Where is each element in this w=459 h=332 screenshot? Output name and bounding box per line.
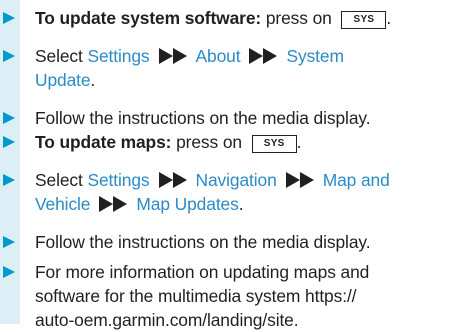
menu-about: About <box>195 46 241 66</box>
menu-update: Update <box>35 70 91 90</box>
triangle-arrow-icon <box>3 174 15 186</box>
menu-map-updates: Map Updates <box>136 194 239 214</box>
sys-key: SYS <box>341 11 387 29</box>
double-chevron-icon <box>99 196 128 212</box>
double-chevron-icon <box>249 48 278 64</box>
menu-settings: Settings <box>87 170 150 190</box>
triangle-arrow-icon <box>3 50 15 62</box>
menu-settings: Settings <box>87 46 150 66</box>
triangle-arrow-icon <box>3 136 15 148</box>
menu-navigation: Navigation <box>195 170 277 190</box>
manual-page: To update system software: press on SYS.… <box>0 0 459 330</box>
info-line: software for the multimedia system https… <box>35 286 357 306</box>
menu-system: System <box>286 46 344 66</box>
step-text: press on <box>261 8 337 28</box>
info-line: auto-oem.garmin.com/landing/site. <box>35 310 299 330</box>
triangle-arrow-icon <box>3 112 15 124</box>
menu-vehicle: Vehicle <box>35 194 91 214</box>
info-line: For more information on updating maps an… <box>35 262 370 282</box>
double-chevron-icon <box>158 48 187 64</box>
step-text: Follow the instructions on the media dis… <box>35 232 371 252</box>
step-text: Follow the instructions on the media dis… <box>35 108 371 128</box>
double-chevron-icon <box>285 172 314 188</box>
double-chevron-icon <box>158 172 187 188</box>
step-lead: To update maps: <box>35 132 172 152</box>
step-lead: To update system software: <box>35 8 262 28</box>
step-text: press on <box>171 132 247 152</box>
triangle-arrow-icon <box>3 236 15 248</box>
triangle-arrow-icon <box>3 12 15 24</box>
triangle-arrow-icon <box>3 266 15 278</box>
sys-key: SYS <box>251 135 297 153</box>
menu-map-and: Map and <box>322 170 390 190</box>
